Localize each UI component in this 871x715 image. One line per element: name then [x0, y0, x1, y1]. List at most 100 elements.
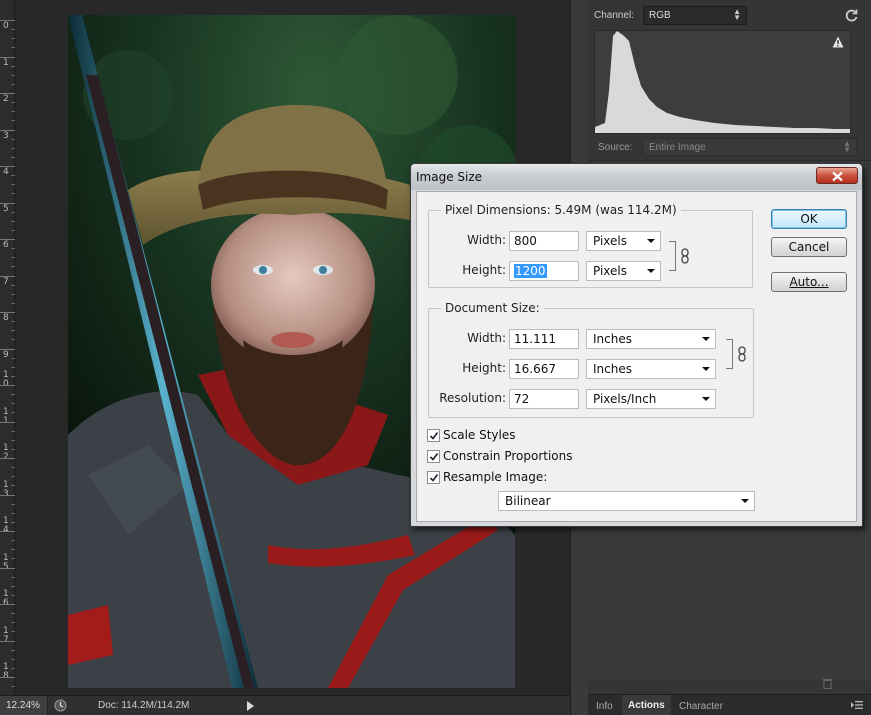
doc-width-input[interactable]: 11.111 [509, 329, 579, 349]
source-label: Source: [598, 142, 633, 153]
ruler-minor-tick [11, 449, 15, 450]
ruler-tick-label: 13 [3, 480, 9, 499]
ruler-minor-tick [11, 193, 15, 194]
doc-size-info: Doc: 114.2M/114.2M [98, 700, 190, 711]
ruler-minor-tick [11, 540, 15, 541]
ruler-tick-label: 18 [3, 662, 9, 681]
ruler-tick-label: 14 [3, 516, 9, 535]
tab-character[interactable]: Character [673, 698, 729, 715]
tab-info[interactable]: Info [590, 698, 619, 715]
checkmark-icon [429, 453, 439, 461]
histogram-shape [595, 31, 850, 133]
source-value: Entire Image [649, 142, 706, 153]
checkmark-icon [429, 474, 439, 482]
document-size-group: Document Size: Width: 11.111 Inches Heig… [428, 301, 754, 418]
ruler-minor-tick [11, 394, 15, 395]
cancel-button[interactable]: Cancel [771, 237, 847, 257]
ruler-tick-label: 17 [3, 626, 9, 645]
ruler-minor-tick [11, 476, 15, 477]
ruler-minor-tick [11, 257, 15, 258]
ruler-minor-tick [11, 102, 15, 103]
ruler-minor-tick [11, 84, 15, 85]
scale-styles-label[interactable]: Scale Styles [443, 428, 516, 442]
timing-icon[interactable] [54, 699, 67, 712]
scale-styles-checkbox[interactable] [427, 429, 440, 442]
dialog-titlebar[interactable]: Image Size [411, 164, 862, 190]
resample-image-label[interactable]: Resample Image: [443, 470, 547, 484]
chain-link-icon [738, 346, 746, 362]
ruler-minor-tick [11, 412, 15, 413]
ruler-minor-tick [11, 403, 15, 404]
resample-image-checkbox[interactable] [427, 471, 440, 484]
zoom-level[interactable]: 12.24% [0, 696, 48, 715]
constrain-proportions-checkbox[interactable] [427, 450, 440, 463]
ruler-tick-label: 4 [3, 167, 9, 177]
close-icon [832, 171, 843, 182]
ruler-minor-tick [11, 631, 15, 632]
ruler-minor-tick [11, 513, 15, 514]
ruler-minor-tick [11, 358, 15, 359]
pixel-height-unit-select[interactable]: Pixels [586, 261, 661, 281]
dialog-title: Image Size [416, 170, 483, 184]
pixel-link-bracket [669, 241, 676, 271]
panel-menu-icon[interactable] [851, 700, 863, 710]
ruler-minor-tick [11, 485, 15, 486]
constrain-proportions-label[interactable]: Constrain Proportions [443, 449, 573, 463]
ruler-minor-tick [11, 522, 15, 523]
doc-width-unit: Inches [593, 332, 632, 346]
auto-button[interactable]: Auto... [771, 272, 847, 292]
ok-button[interactable]: OK [771, 209, 847, 229]
resample-method: Bilinear [505, 494, 551, 508]
pixel-height-label: Height: [462, 263, 506, 277]
ruler-minor-tick [11, 686, 15, 687]
status-bar: 12.24% Doc: 114.2M/114.2M [0, 695, 570, 715]
ruler-tick-label: 0 [3, 21, 9, 31]
pixel-width-input[interactable]: 800 [509, 231, 579, 251]
ruler-tick-label: 10 [3, 370, 9, 389]
pixel-width-unit-select[interactable]: Pixels [586, 231, 661, 251]
ruler-tick-label: 12 [3, 443, 9, 462]
cache-warning-icon[interactable] [832, 36, 844, 48]
pixel-width-label: Width: [467, 233, 506, 247]
source-select[interactable]: Entire Image ▲ ▼ [642, 138, 857, 156]
resolution-input[interactable]: 72 [509, 389, 579, 409]
updown-arrow-icon: ▲ ▼ [733, 7, 741, 22]
chevron-down-icon [647, 239, 655, 243]
ruler-tick-label: 8 [3, 313, 9, 323]
resolution-unit-select[interactable]: Pixels/Inch [586, 389, 716, 409]
chevron-down-icon [702, 367, 710, 371]
vertical-ruler: 0123456789101112131415161718 [0, 0, 15, 705]
pixel-height-input[interactable]: 1200 [509, 261, 579, 281]
ruler-minor-tick [11, 66, 15, 67]
ruler-minor-tick [11, 111, 15, 112]
ruler-minor-tick [11, 212, 15, 213]
doc-width-unit-select[interactable]: Inches [586, 329, 716, 349]
ruler-minor-tick [11, 558, 15, 559]
ruler-minor-tick [11, 47, 15, 48]
trash-icon[interactable] [822, 677, 833, 689]
refresh-icon[interactable] [844, 8, 859, 23]
status-menu-arrow-icon[interactable] [246, 701, 254, 711]
chevron-down-icon [741, 499, 749, 503]
ruler-tick-label: 6 [3, 240, 9, 250]
ruler-minor-tick [11, 367, 15, 368]
doc-height-input[interactable]: 16.667 [509, 359, 579, 379]
channel-select[interactable]: RGB ▲ ▼ [643, 6, 747, 25]
ruler-tick-label: 11 [3, 407, 9, 426]
histogram-graph [594, 30, 851, 134]
ruler-minor-tick [11, 650, 15, 651]
resample-method-select[interactable]: Bilinear [498, 491, 755, 511]
ruler-minor-tick [11, 595, 15, 596]
tab-actions[interactable]: Actions [622, 695, 671, 715]
doc-height-label: Height: [462, 361, 506, 375]
ruler-minor-tick [11, 613, 15, 614]
ruler-tick-label: 15 [3, 553, 9, 572]
channel-value: RGB [649, 10, 671, 21]
ruler-minor-tick [11, 221, 15, 222]
doc-height-unit-select[interactable]: Inches [586, 359, 716, 379]
ruler-minor-tick [11, 139, 15, 140]
ruler-tick-label: 1 [3, 58, 9, 68]
ruler-minor-tick [11, 303, 15, 304]
close-button[interactable] [816, 167, 858, 184]
ruler-minor-tick [11, 157, 15, 158]
